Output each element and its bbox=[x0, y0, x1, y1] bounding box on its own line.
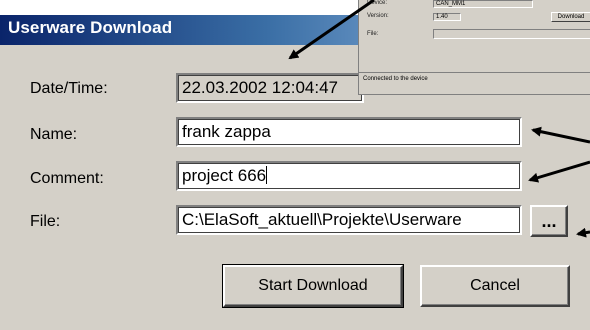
inset-version-value: 1.40 bbox=[436, 14, 448, 20]
file-path-value: C:\ElaSoft_aktuell\Projekte\Userware bbox=[182, 210, 462, 229]
screenshot: Userware Download Date/Time: 22.03.2002 … bbox=[0, 0, 590, 330]
device-window-inset: Device: CAN_MM1 Version: 1.40 Download F… bbox=[358, 0, 590, 95]
cancel-button[interactable]: Cancel bbox=[420, 265, 570, 307]
datetime-label: Date/Time: bbox=[30, 80, 108, 97]
inset-version-label: Version: bbox=[367, 13, 389, 19]
inset-download-button[interactable]: Download bbox=[551, 12, 590, 22]
inset-status-text: Connected to the device bbox=[363, 76, 428, 82]
file-path-input[interactable]: C:\ElaSoft_aktuell\Projekte\Userware bbox=[176, 205, 522, 235]
text-caret bbox=[266, 166, 268, 184]
name-label: Name: bbox=[30, 126, 78, 143]
comment-value: project 666 bbox=[182, 166, 267, 185]
browse-button[interactable]: ... bbox=[530, 205, 568, 237]
start-download-button[interactable]: Start Download bbox=[222, 264, 404, 308]
inset-version-field: 1.40 bbox=[433, 13, 461, 21]
file-label: File: bbox=[30, 213, 61, 230]
datetime-field: 22.03.2002 12:04:47 bbox=[176, 73, 364, 103]
comment-input[interactable]: project 666 bbox=[176, 161, 522, 191]
inset-status-bar: Connected to the device bbox=[359, 72, 590, 85]
inset-device-value: CAN_MM1 bbox=[436, 1, 466, 7]
comment-label: Comment: bbox=[30, 170, 104, 187]
datetime-value: 22.03.2002 12:04:47 bbox=[182, 78, 338, 97]
inset-file-label: File: bbox=[367, 31, 379, 37]
inset-device-label: Device: bbox=[367, 0, 388, 6]
inset-device-field: CAN_MM1 bbox=[433, 0, 533, 8]
inset-file-field bbox=[433, 29, 590, 39]
name-value: frank zappa bbox=[182, 122, 271, 141]
dialog-title: Userware Download bbox=[8, 18, 173, 37]
name-input[interactable]: frank zappa bbox=[176, 117, 522, 147]
